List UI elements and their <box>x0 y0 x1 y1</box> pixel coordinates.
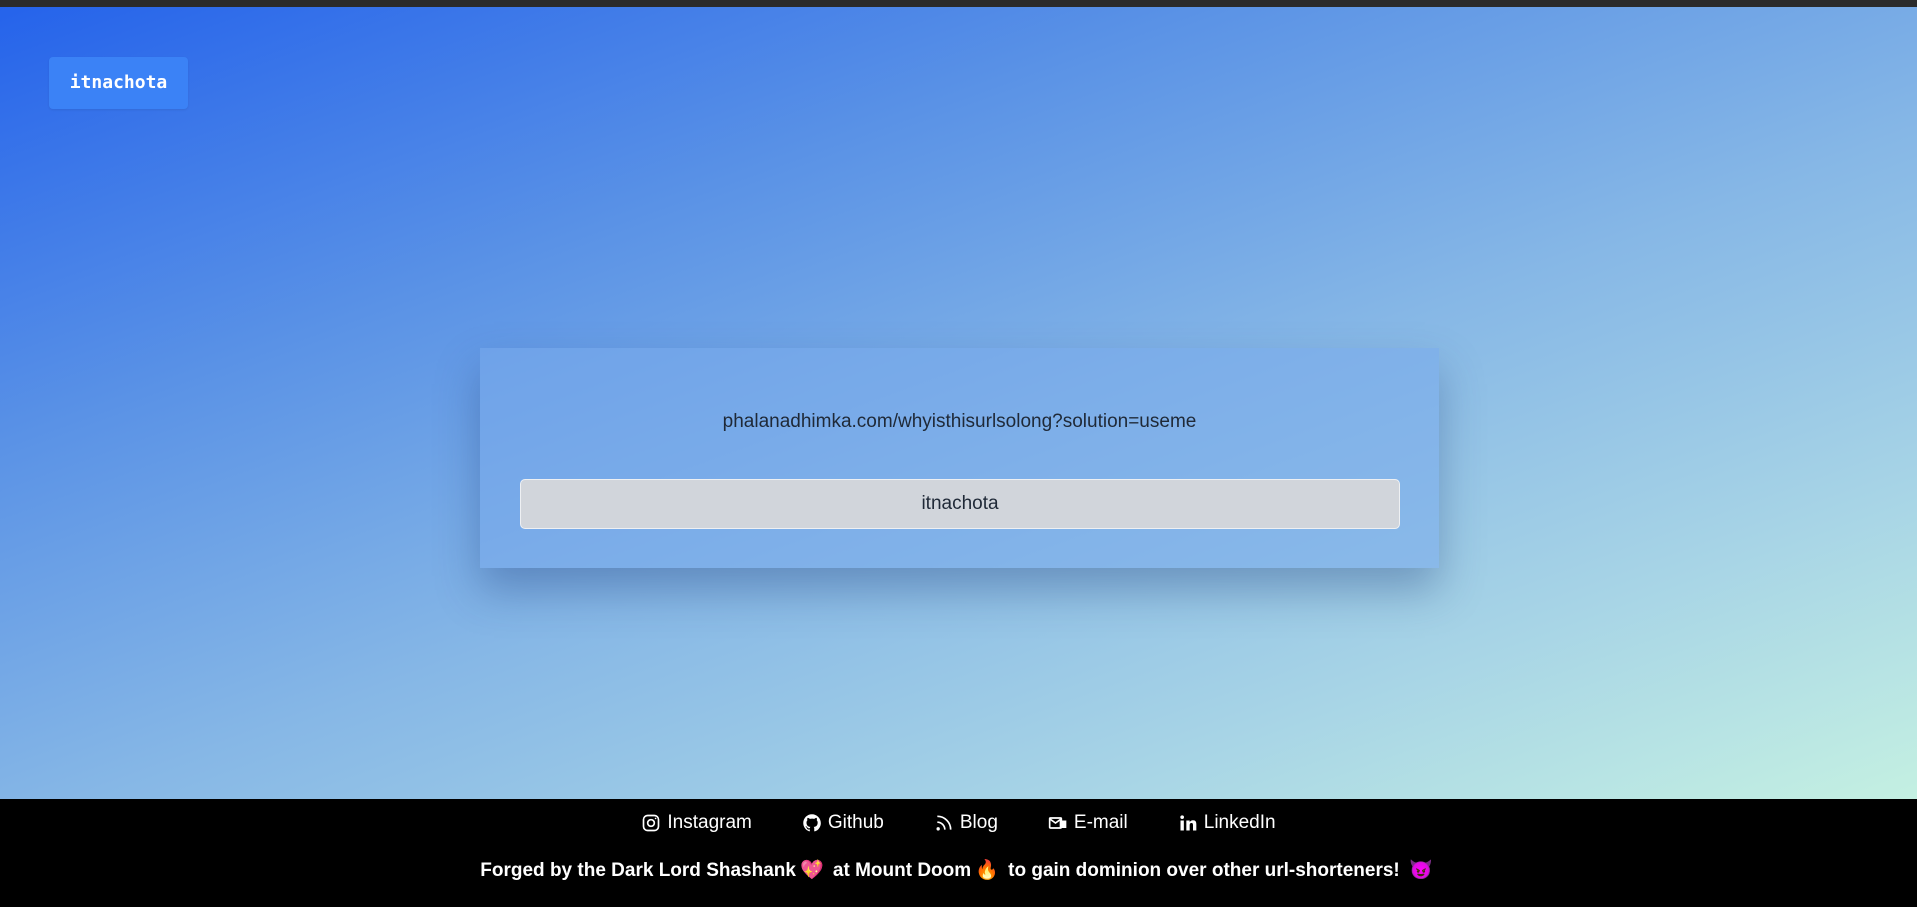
tagline-part2: at Mount Doom <box>832 860 972 881</box>
long-url-text: phalanadhimka.com/whyisthisurlsolong?sol… <box>722 411 1197 432</box>
tagline-part3: to gain dominion over other url-shortene… <box>1008 860 1400 881</box>
footer: Instagram Github Blog E-mail LinkedIn Fo… <box>0 799 1917 907</box>
mail-icon <box>1048 817 1067 829</box>
instagram-label: Instagram <box>667 812 752 833</box>
shortener-card: phalanadhimka.com/whyisthisurlsolong?sol… <box>480 348 1439 568</box>
linkedin-icon <box>1180 815 1197 831</box>
sparkling-heart-emoji: 💖 <box>799 860 824 881</box>
hero-section: itnachota phalanadhimka.com/whyisthisurl… <box>0 7 1917 799</box>
blog-link[interactable]: Blog <box>934 812 998 834</box>
blog-label: Blog <box>959 812 998 833</box>
github-link[interactable]: Github <box>802 812 884 834</box>
linkedin-label: LinkedIn <box>1203 812 1276 833</box>
tagline-part1: Forged by the Dark Lord Shashank <box>480 860 796 881</box>
window-top-strip <box>0 0 1917 7</box>
logo-button[interactable]: itnachota <box>49 57 188 109</box>
instagram-icon <box>643 814 660 832</box>
email-link[interactable]: E-mail <box>1048 812 1128 834</box>
github-icon <box>803 814 821 832</box>
fire-emoji: 🔥 <box>975 860 999 881</box>
shorten-button[interactable]: itnachota <box>520 479 1400 529</box>
social-links: Instagram Github Blog E-mail LinkedIn <box>0 812 1917 834</box>
rss-icon <box>936 815 952 831</box>
devil-emoji: 😈 <box>1409 860 1433 881</box>
github-label: Github <box>827 812 884 833</box>
email-label: E-mail <box>1073 812 1128 833</box>
instagram-link[interactable]: Instagram <box>641 812 752 834</box>
linkedin-link[interactable]: LinkedIn <box>1178 812 1276 834</box>
footer-tagline: Forged by the Dark Lord Shashank 💖 at Mou… <box>0 858 1917 882</box>
